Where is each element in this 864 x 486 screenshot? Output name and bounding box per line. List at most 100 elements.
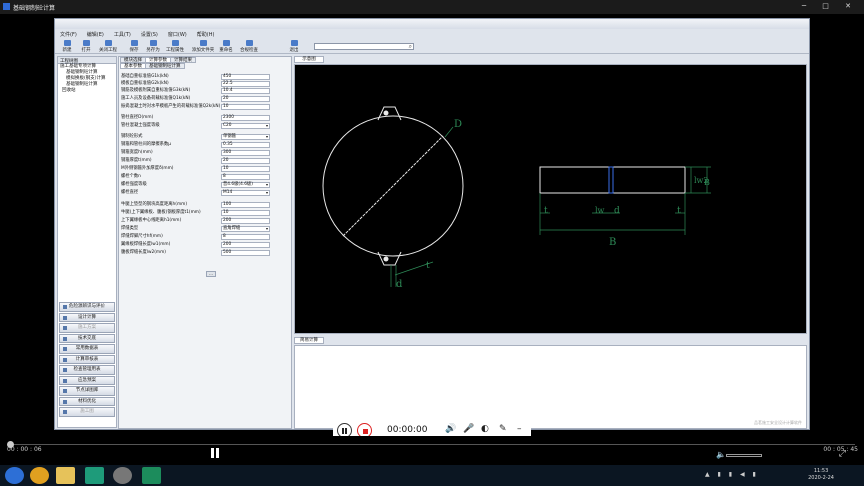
menu-tools[interactable]: 工具(T)	[109, 30, 136, 39]
tab-simple-calc[interactable]: 简易计算	[294, 337, 324, 344]
open-button[interactable]: 打开	[77, 40, 95, 53]
folder-icon[interactable]	[56, 467, 75, 484]
param-row: 管柱混凝土强度等级 C20	[121, 122, 271, 129]
module-nav-button[interactable]: 节点详图库	[59, 386, 115, 396]
start-icon[interactable]	[5, 467, 24, 484]
check-button[interactable]: 合规检查	[238, 40, 260, 53]
module-nav-button[interactable]: 应急预案	[59, 375, 115, 385]
param-row: 牛腿上垫型的钢块高度距离h(mm) 100	[121, 201, 271, 208]
param-input[interactable]: 10	[221, 104, 270, 110]
menu-file[interactable]: 文件(F)	[55, 30, 82, 39]
project-tree-panel: 工程树图 施工基础专项计算 基础钢制砼计算 模拟换板(钢支)计算 基础钢制砼计算…	[57, 56, 117, 428]
volume-slider[interactable]	[726, 454, 762, 457]
param-row: 螺栓强度等级 普4.6级(4.6级)	[121, 181, 271, 188]
save-as-icon	[149, 40, 157, 46]
app-icon-b[interactable]	[113, 467, 132, 484]
param-input[interactable]: 300	[221, 150, 270, 156]
search-input[interactable]: ⌕	[314, 43, 414, 50]
param-input[interactable]: 2300	[221, 115, 270, 121]
rename-button[interactable]: 重命名	[217, 40, 235, 53]
param-row: M外侧钢箍外加厚度δ(mm) 10	[121, 165, 271, 172]
param-label: 钢制砼形式	[121, 134, 143, 139]
label-D: D	[454, 119, 462, 130]
param-input[interactable]: 10.4	[221, 88, 270, 94]
param-input[interactable]: 10	[221, 166, 270, 172]
param-input[interactable]: 100	[221, 202, 270, 208]
param-select[interactable]: 直角焊缝	[221, 226, 270, 232]
module-nav-button[interactable]: 常用数据表	[59, 344, 115, 354]
volume-icon[interactable]: 🔈	[716, 450, 726, 459]
app-icon-a[interactable]	[85, 467, 104, 484]
param-label: 螺栓个数n	[121, 174, 141, 179]
close-project-button[interactable]: 关闭工程	[96, 40, 120, 53]
module-nav-button[interactable]: 技术交底	[59, 333, 115, 343]
param-input[interactable]: 200	[221, 218, 270, 224]
minimize-icon[interactable]: –	[517, 424, 522, 434]
param-label: 管柱直径D(mm)	[121, 115, 154, 120]
player-title-bar: 基础钢制砼计算 ─ □ ✕	[0, 0, 864, 14]
browser-icon[interactable]	[30, 467, 49, 484]
module-nav-button[interactable]: 施工图	[59, 407, 115, 417]
subtab-calc[interactable]: 基础钢制砼计算	[145, 63, 185, 69]
tree-node-recycle[interactable]: 回收站	[58, 88, 116, 94]
add-folder-button[interactable]: 添加文件夹	[189, 40, 217, 53]
param-row: 翼缘板焊缝长度lw1(mm) 200	[121, 241, 271, 248]
module-icon	[63, 378, 67, 383]
param-input[interactable]: 10	[221, 210, 270, 216]
tab-diagram[interactable]: 示意图	[294, 56, 324, 63]
param-select[interactable]: M14	[221, 190, 270, 196]
project-properties-button[interactable]: 工程属性	[163, 40, 187, 53]
steel-hoop-diagram: D d t t lw d t B lw2 B	[322, 106, 711, 290]
label-t-left: t	[426, 261, 430, 271]
module-nav-button[interactable]: 检查管理用表	[59, 365, 115, 375]
param-input[interactable]: 500	[221, 250, 270, 256]
param-label: 钢箍和管柱间的摩擦系数μ	[121, 142, 171, 147]
menu-edit[interactable]: 编辑(E)	[82, 30, 109, 39]
tray-icons[interactable]: ▲ ▮ ▮ ◀ ▮	[705, 471, 759, 478]
module-icon	[63, 368, 67, 372]
pause-button[interactable]	[211, 448, 214, 458]
param-input[interactable]: 8	[221, 234, 270, 240]
save-as-button[interactable]: 另存为	[144, 40, 162, 53]
param-label: 螺栓直径	[121, 190, 139, 195]
module-nav-button[interactable]: 材料优化	[59, 396, 115, 406]
app-icon-p[interactable]	[142, 467, 161, 484]
subtab-basic[interactable]: 基本参数	[120, 63, 146, 69]
fullscreen-icon[interactable]: ⤢	[839, 449, 846, 459]
param-input[interactable]: 0.35	[221, 142, 270, 148]
menu-settings[interactable]: 设置(S)	[136, 30, 163, 39]
param-select[interactable]: 单钢箍	[221, 134, 270, 140]
folder-icon	[199, 40, 207, 46]
param-select[interactable]: 普4.6级(4.6级)	[221, 182, 270, 188]
new-button[interactable]: 新建	[58, 40, 76, 53]
module-nav-button[interactable]: 危险源辨识与评价	[59, 302, 115, 312]
param-input[interactable]: 8	[221, 174, 270, 180]
menu-window[interactable]: 窗口(W)	[163, 30, 192, 39]
rename-icon	[222, 40, 230, 46]
module-nav-button[interactable]: 计算审核表	[59, 354, 115, 364]
diagram-viewer: D d t t lw d t B lw2 B	[294, 64, 807, 334]
microphone-icon[interactable]: 🎤	[463, 424, 474, 434]
camera-icon[interactable]: ◐	[481, 424, 489, 434]
speaker-icon[interactable]: 🔊	[445, 424, 456, 434]
menu-help[interactable]: 帮助(H)	[192, 30, 220, 39]
pen-icon[interactable]: ✎	[499, 424, 507, 434]
window-controls[interactable]: ─ □ ✕	[802, 2, 858, 10]
param-row: 振捣混凝土时对水平模板产生的荷载标准值Q2k(kN) 10	[121, 103, 271, 110]
module-nav-button[interactable]: 设计计算	[59, 312, 115, 322]
param-input[interactable]: 20	[221, 96, 270, 102]
param-input[interactable]: 20	[221, 158, 270, 164]
param-row: 管柱直径D(mm) 2300	[121, 114, 271, 121]
param-row: 上下翼缘板中心线距离h1(mm) 200	[121, 217, 271, 224]
param-select[interactable]: C20	[221, 123, 270, 129]
param-label: 管柱混凝土强度等级	[121, 123, 160, 128]
module-nav-label: 检查管理用表	[73, 367, 101, 372]
exit-button[interactable]: 退出	[285, 40, 303, 53]
save-button[interactable]: 保存	[125, 40, 143, 53]
module-nav-button[interactable]: 施工方案	[59, 323, 115, 333]
seek-bar[interactable]	[10, 444, 855, 445]
param-row: 钢箍宽度h(mm) 300	[121, 149, 271, 156]
weld-info-button[interactable]: …	[206, 271, 216, 277]
clock[interactable]: 11:53 2020-2-24	[808, 468, 834, 482]
param-input[interactable]: 200	[221, 242, 270, 248]
